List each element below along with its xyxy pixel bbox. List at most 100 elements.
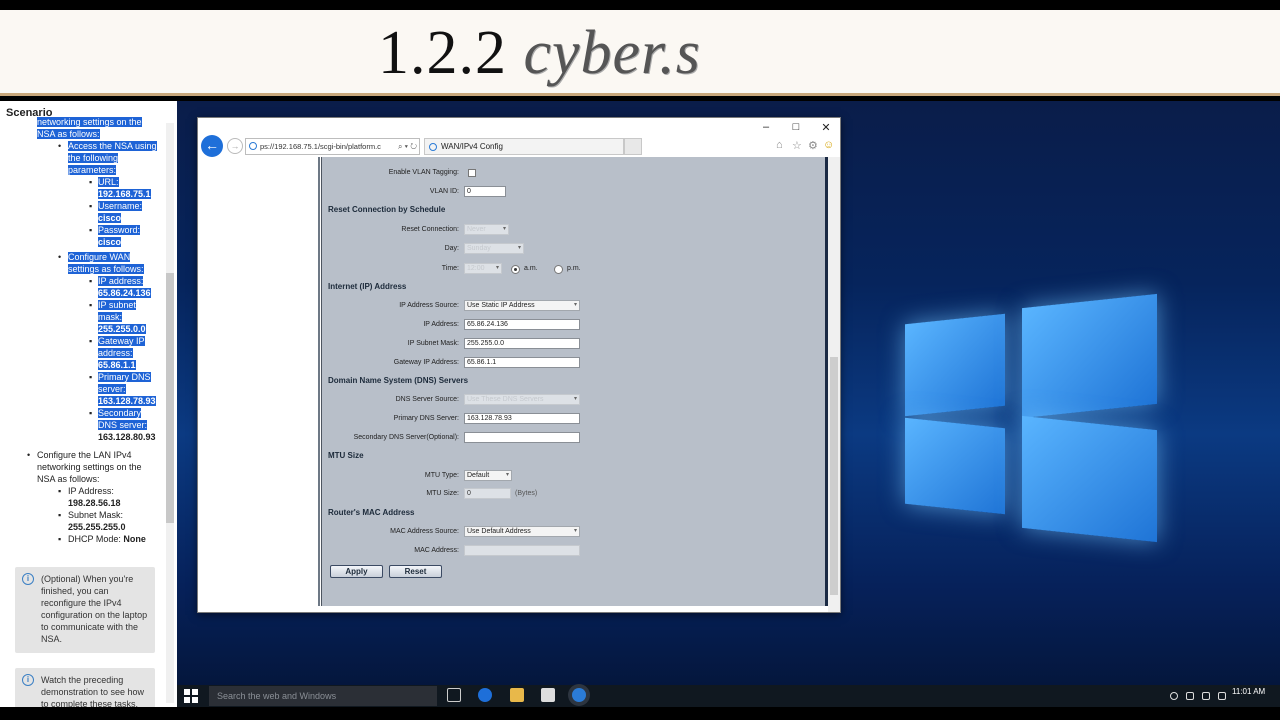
gateway-label: Gateway IP Address: <box>393 359 459 366</box>
ip-source-select[interactable]: Use Static IP Address ▾ <box>464 300 580 311</box>
scenario-value: None <box>123 534 146 544</box>
volume-icon[interactable] <box>1186 692 1194 700</box>
windows-logo-pane <box>905 313 1005 417</box>
mac-address-label: MAC Address: <box>414 547 459 554</box>
scenario-text: Secondary <box>98 408 142 418</box>
network-icon[interactable] <box>1170 692 1178 700</box>
maximize-button[interactable]: □ <box>789 121 803 133</box>
day-value: Sunday <box>467 245 491 252</box>
scenario-text: parameters: <box>68 165 117 175</box>
bullet-icon: • <box>58 252 62 262</box>
scenario-text: NSA as follows: <box>37 129 100 139</box>
new-tab-button[interactable] <box>624 138 642 155</box>
reset-connection-select[interactable]: Never ▾ <box>464 224 509 235</box>
chevron-down-icon: ▾ <box>573 528 577 534</box>
secondary-dns-label: Secondary DNS Server(Optional): <box>353 434 459 441</box>
scenario-text: the following <box>68 153 119 163</box>
task-view-icon[interactable] <box>447 688 461 702</box>
mac-source-select[interactable]: Use Default Address ▾ <box>464 526 580 537</box>
settings-gear-icon[interactable]: ⚙ <box>808 139 818 152</box>
time-select[interactable]: 12:00 ▾ <box>464 263 502 274</box>
banner-title-prefix: 1.2.2 <box>378 19 507 87</box>
screen: 1.2.2 cyber.s Scenario networking settin… <box>0 0 1280 720</box>
dns-heading: Domain Name System (DNS) Servers <box>328 376 469 385</box>
address-bar[interactable]: ps://192.168.75.1/scgi-bin/platform.c ⌕ … <box>245 138 420 155</box>
dns-source-label: DNS Server Source: <box>395 396 459 403</box>
internet-address-heading: Internet (IP) Address <box>328 282 407 291</box>
scenario-value: 255.255.255.0 <box>68 522 126 532</box>
vlan-id-label: VLAN ID: <box>429 188 459 195</box>
gateway-input[interactable]: 65.86.1.1 <box>464 357 580 368</box>
bullet-icon: ▪ <box>58 534 62 544</box>
dns-source-select[interactable]: Use These DNS Servers ▾ <box>464 394 580 405</box>
tab-wan-ipv4-config[interactable]: WAN/IPv4 Config <box>424 138 624 155</box>
pm-label: p.m. <box>567 265 581 272</box>
mac-heading: Router's MAC Address <box>328 508 415 517</box>
scenario-text: settings as follows: <box>68 264 144 274</box>
bullet-icon: ▪ <box>58 486 62 496</box>
bullet-icon: • <box>58 141 62 151</box>
smiley-feedback-icon[interactable]: ☺ <box>823 139 834 151</box>
day-select[interactable]: Sunday ▾ <box>464 243 524 254</box>
mtu-unit-label: (Bytes) <box>515 490 538 497</box>
minimize-button[interactable]: – <box>759 121 773 133</box>
pm-radio[interactable] <box>554 265 563 274</box>
scenario-value: 192.168.75.1 <box>98 189 151 199</box>
scenario-scrollbar[interactable] <box>166 123 174 703</box>
reset-button[interactable]: Reset <box>389 565 442 578</box>
home-icon[interactable]: ⌂ <box>776 139 783 151</box>
taskbar-clock[interactable]: 11:01 AM <box>1232 687 1265 697</box>
file-explorer-icon[interactable] <box>510 688 524 702</box>
bullet-icon: • <box>27 450 31 460</box>
am-radio[interactable] <box>511 265 520 274</box>
forward-button[interactable]: → <box>227 138 243 154</box>
scenario-value: cisco <box>98 237 122 247</box>
bullet-icon: ▪ <box>89 177 93 187</box>
secondary-dns-input[interactable] <box>464 432 580 443</box>
bullet-icon: ▪ <box>89 372 93 382</box>
taskbar-search[interactable]: Search the web and Windows <box>209 686 437 706</box>
favorites-star-icon[interactable]: ☆ <box>792 139 802 152</box>
bullet-icon: ▪ <box>89 225 93 235</box>
edge-icon[interactable] <box>478 688 492 702</box>
page-scroll-thumb[interactable] <box>830 357 838 595</box>
scenario-value: 65.86.24.136 <box>98 288 151 298</box>
windows-start-icon[interactable] <box>183 688 199 704</box>
notifications-icon[interactable] <box>1218 692 1226 700</box>
address-tools-icon[interactable]: ⌕ ▾ ↻ <box>395 139 417 154</box>
ip-address-input[interactable]: 65.86.24.136 <box>464 319 580 330</box>
reset-connection-label: Reset Connection: <box>401 226 459 233</box>
tab-title: WAN/IPv4 Config <box>441 142 503 151</box>
close-button[interactable]: ✕ <box>819 121 833 134</box>
store-icon[interactable] <box>541 688 555 702</box>
mtu-size-input[interactable]: 0 <box>464 488 511 499</box>
mtu-type-select[interactable]: Default ▾ <box>464 470 512 481</box>
mtu-type-label: MTU Type: <box>424 472 459 479</box>
back-button[interactable]: ← <box>201 135 223 157</box>
chevron-down-icon: ▾ <box>502 226 506 232</box>
chevron-down-icon: ▾ <box>505 472 509 478</box>
subnet-mask-input[interactable]: 255.255.0.0 <box>464 338 580 349</box>
scenario-value: cisco <box>98 213 122 223</box>
scenario-text: mask: <box>98 312 123 322</box>
video-banner: 1.2.2 cyber.s <box>0 10 1280 96</box>
internet-explorer-icon[interactable] <box>572 688 586 702</box>
apply-button[interactable]: Apply <box>330 565 383 578</box>
vlan-id-input[interactable]: 0 <box>464 186 506 197</box>
primary-dns-input[interactable]: 163.128.78.93 <box>464 413 580 424</box>
day-label: Day: <box>444 245 459 252</box>
keyboard-icon[interactable] <box>1202 692 1210 700</box>
ip-source-label: IP Address Source: <box>399 302 459 309</box>
scenario-text: Primary DNS <box>98 372 151 382</box>
mac-address-input[interactable] <box>464 545 580 556</box>
page-scrollbar[interactable] <box>828 157 840 612</box>
scenario-scroll-thumb[interactable] <box>166 273 174 523</box>
enable-vlan-label: Enable VLAN Tagging: <box>388 169 459 176</box>
window-titlebar[interactable]: – □ ✕ <box>198 118 840 138</box>
bullet-icon: ▪ <box>89 201 93 211</box>
enable-vlan-checkbox[interactable] <box>468 169 476 177</box>
scenario-text: DHCP Mode: <box>68 534 121 544</box>
scenario-text: address: <box>98 348 133 358</box>
scenario-text: IP subnet <box>98 300 136 310</box>
chevron-down-icon: ▾ <box>517 245 521 251</box>
